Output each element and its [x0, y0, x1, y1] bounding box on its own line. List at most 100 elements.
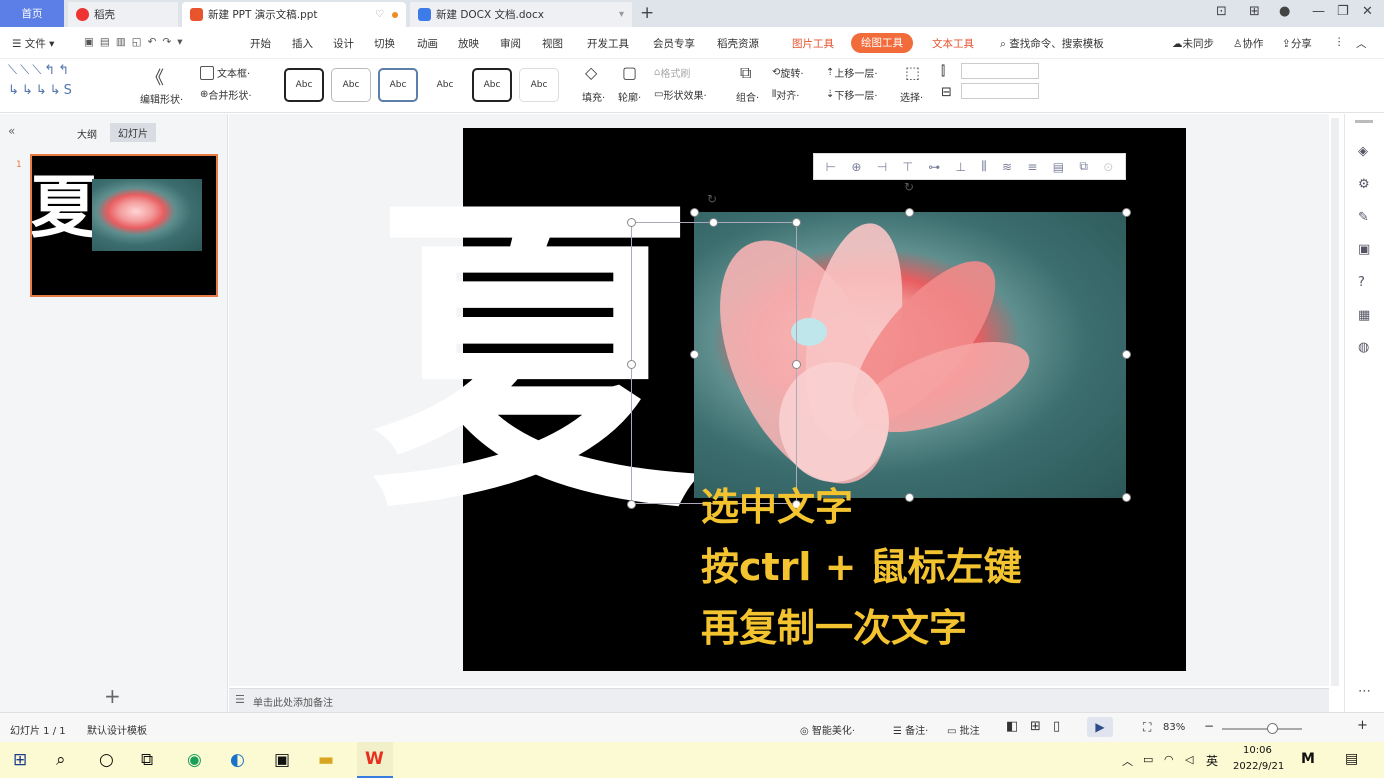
instruction-line-1[interactable]: 选中文字	[701, 476, 853, 531]
pin-tool-icon[interactable]: ✎	[1358, 210, 1369, 225]
menu-member[interactable]: 会员专享	[653, 36, 695, 51]
template-name[interactable]: 默认设计模板	[87, 722, 147, 737]
zoom-level[interactable]: 83%	[1163, 722, 1185, 733]
resize-handle[interactable]	[905, 493, 914, 502]
wps-taskbar-button[interactable]: W	[357, 742, 393, 778]
vertical-scrollbar[interactable]	[1331, 118, 1339, 686]
fill-icon[interactable]: ◇	[585, 63, 597, 82]
instruction-line-3[interactable]: 再复制一次文字	[701, 597, 967, 652]
resize-handle[interactable]	[709, 218, 718, 227]
outline-icon[interactable]: ▢	[622, 63, 637, 82]
connector-shapes-icon[interactable]: ↳↳↳↳S	[8, 83, 75, 98]
menu-view[interactable]: 视图	[542, 36, 563, 51]
pin-icon[interactable]: ⊙	[1103, 160, 1113, 174]
resize-handle[interactable]	[1122, 493, 1131, 502]
shape-property-icon[interactable]: ◈	[1358, 144, 1368, 159]
slide-thumbnail-1[interactable]: 夏	[30, 154, 218, 297]
bring-forward-button[interactable]: ⇡ 上移一层·	[826, 65, 878, 80]
align-middle-icon[interactable]: ⊶	[928, 160, 940, 174]
resize-handle[interactable]	[792, 360, 801, 369]
menu-start[interactable]: 开始	[250, 36, 271, 51]
menu-animation[interactable]: 动画	[417, 36, 438, 51]
menu-developer[interactable]: 开发工具	[587, 36, 629, 51]
resize-handle[interactable]	[690, 208, 699, 217]
notes-toggle-button[interactable]: ☰ 备注·	[893, 722, 928, 737]
tab-ppt-document[interactable]: 新建 PPT 演示文稿.ppt ♡	[182, 2, 406, 27]
zoom-slider-thumb[interactable]	[1267, 723, 1278, 734]
more-options-icon[interactable]: ⋯	[1358, 684, 1371, 699]
command-search[interactable]: ⌕ 查找命令、搜索模板	[1000, 36, 1104, 51]
tray-expand-icon[interactable]: ︿	[1122, 753, 1133, 769]
select-button[interactable]: 选择·	[900, 89, 923, 104]
user-avatar-icon[interactable]: ●	[1279, 4, 1290, 19]
shape-style-4[interactable]: Abc	[425, 68, 465, 102]
comment-button[interactable]: ▭ 批注	[947, 722, 980, 737]
normal-view-icon[interactable]: ◧	[1006, 719, 1018, 734]
rotate-handle-icon[interactable]: ↻	[707, 192, 717, 206]
shape-style-2[interactable]: Abc	[331, 68, 371, 102]
input-language[interactable]: 英	[1206, 752, 1218, 769]
layout-icon[interactable]: ⊡	[1216, 4, 1227, 19]
menu-slideshow[interactable]: 放映	[458, 36, 479, 51]
windows-start-icon[interactable]: ⊞	[13, 750, 27, 770]
resize-handle[interactable]	[905, 208, 914, 217]
zoom-out-icon[interactable]: −	[1204, 719, 1214, 733]
add-slide-button[interactable]: +	[104, 684, 121, 708]
file-menu[interactable]: ☰ 文件 ▾	[12, 36, 54, 51]
zoom-in-icon[interactable]: +	[1357, 718, 1368, 733]
tab-home[interactable]: 首页	[0, 0, 64, 27]
im-indicator-icon[interactable]: M	[1301, 751, 1315, 767]
shape-style-3[interactable]: Abc	[378, 68, 418, 102]
shape-style-6[interactable]: Abc	[519, 68, 559, 102]
store-icon[interactable]: ▣	[274, 750, 290, 770]
resize-handle[interactable]	[627, 360, 636, 369]
shape-height-input[interactable]	[961, 63, 1039, 79]
menu-transition[interactable]: 切换	[374, 36, 395, 51]
instruction-line-2[interactable]: 按ctrl + 鼠标左键	[701, 536, 1022, 591]
tab-slides[interactable]: 幻灯片	[110, 123, 156, 142]
help-icon[interactable]: ?	[1358, 275, 1365, 290]
resize-handle[interactable]	[1122, 350, 1131, 359]
file-explorer-icon[interactable]: ▬	[318, 750, 334, 770]
notification-icon[interactable]: ▤	[1345, 751, 1358, 767]
search-icon[interactable]: ⌕	[56, 750, 66, 770]
play-slideshow-icon[interactable]: ▶	[1087, 717, 1113, 737]
edit-shape-button[interactable]: 编辑形状·	[140, 91, 183, 106]
distribute-horizontal-icon[interactable]: ⫼	[981, 159, 987, 174]
resize-handle[interactable]	[690, 350, 699, 359]
settings-sliders-icon[interactable]: ⚙	[1358, 177, 1370, 192]
collab-button[interactable]: ♙协作	[1233, 36, 1263, 51]
align-center-icon[interactable]: ⊕	[851, 160, 861, 174]
resize-handle[interactable]	[792, 218, 801, 227]
align-bottom-icon[interactable]: ⊥	[955, 160, 965, 174]
collapse-panel-icon[interactable]: «	[8, 124, 15, 138]
menu-text-tools[interactable]: 文本工具	[932, 36, 974, 51]
tab-close-icon[interactable]: ▾	[619, 9, 624, 20]
restore-icon[interactable]: ❐	[1337, 4, 1349, 19]
volume-icon[interactable]: ◁	[1185, 753, 1193, 766]
zoom-slider[interactable]	[1222, 728, 1302, 730]
clock-time[interactable]: 10:06	[1243, 745, 1272, 756]
textbox-button[interactable]: 文本框·	[200, 65, 250, 80]
rotate-handle-icon[interactable]: ↻	[904, 180, 914, 194]
battery-icon[interactable]: ▭	[1143, 753, 1153, 766]
cortana-icon[interactable]: ○	[99, 750, 114, 770]
menu-daoke-resources[interactable]: 稻壳资源	[717, 36, 759, 51]
backup-icon[interactable]: ▣	[1358, 242, 1370, 257]
image-tool-icon[interactable]: ▦	[1358, 308, 1370, 323]
menu-design[interactable]: 设计	[333, 36, 354, 51]
line-shapes-icon[interactable]: ⟍⟍⟍↰↰	[8, 63, 72, 78]
task-view-icon[interactable]: ⧉	[141, 750, 153, 770]
edge-icon[interactable]: ◐	[230, 750, 245, 770]
send-backward-button[interactable]: ⇣ 下移一层·	[826, 87, 878, 102]
merge-shape-button[interactable]: ⊕ 合并形状·	[200, 87, 252, 102]
stack-icon[interactable]: ≡	[1027, 160, 1037, 174]
edit-shape-icon[interactable]: 《	[146, 64, 164, 90]
shape-style-5[interactable]: Abc	[472, 68, 512, 102]
sync-button[interactable]: ☁未同步	[1172, 36, 1214, 51]
tab-daoke[interactable]: 稻壳	[68, 2, 178, 27]
more-menu-icon[interactable]: ⋮	[1334, 36, 1345, 48]
rotate-button[interactable]: ⟲ 旋转·	[772, 65, 804, 80]
reading-view-icon[interactable]: ▯	[1053, 719, 1060, 734]
tab-outline[interactable]: 大纲	[77, 126, 97, 141]
